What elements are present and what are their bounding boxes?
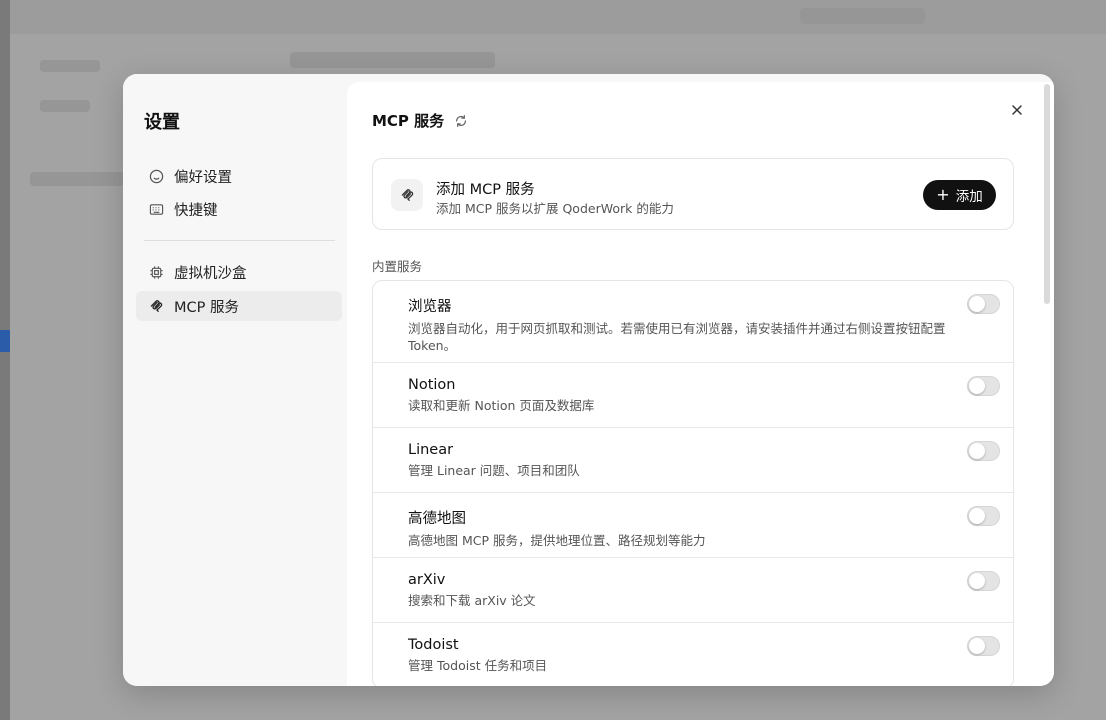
- smiley-icon: [148, 168, 164, 184]
- service-toggle[interactable]: [967, 636, 1000, 656]
- sidebar-divider: [144, 240, 335, 241]
- close-icon: [1011, 101, 1023, 120]
- mcp-icon: [391, 179, 423, 211]
- service-name: 高德地图: [408, 511, 466, 527]
- background-placeholder: [30, 172, 125, 186]
- sidebar-item-shortcuts[interactable]: 快捷键: [136, 194, 342, 224]
- background-marker: [0, 330, 10, 352]
- close-button[interactable]: [1007, 100, 1027, 120]
- service-toggle[interactable]: [967, 571, 1000, 591]
- service-description: 读取和更新 Notion 页面及数据库: [408, 398, 595, 413]
- builtin-services-list: 浏览器 浏览器自动化，用于网页抓取和测试。若需使用已有浏览器，请安装插件并通过右…: [372, 280, 1014, 686]
- settings-dialog: 设置 偏好设置 快捷键 虚拟机沙盒 MCP 服务 MCP 服务 添加 MCP 服…: [123, 74, 1054, 686]
- sidebar-item-label: MCP 服务: [174, 299, 239, 316]
- add-mcp-card: 添加 MCP 服务 添加 MCP 服务以扩展 QoderWork 的能力 + 添…: [372, 158, 1014, 230]
- list-item: 高德地图 高德地图 MCP 服务，提供地理位置、路径规划等能力: [373, 493, 1013, 558]
- background-placeholder: [40, 100, 90, 112]
- add-button-label: 添加: [955, 189, 983, 205]
- service-description: 浏览器自动化，用于网页抓取和测试。若需使用已有浏览器，请安装插件并通过右侧设置按…: [408, 321, 946, 353]
- add-mcp-subtitle: 添加 MCP 服务以扩展 QoderWork 的能力: [436, 201, 674, 216]
- service-name: 浏览器: [408, 299, 452, 315]
- refresh-icon[interactable]: [454, 114, 468, 128]
- service-toggle[interactable]: [967, 294, 1000, 314]
- background-placeholder: [290, 52, 495, 68]
- list-item: Todoist 管理 Todoist 任务和项目: [373, 623, 1013, 686]
- plus-icon: +: [936, 185, 950, 204]
- scrollbar[interactable]: [1044, 84, 1050, 304]
- page-title-text: MCP 服务: [372, 112, 445, 130]
- settings-content: MCP 服务 添加 MCP 服务 添加 MCP 服务以扩展 QoderWork …: [347, 82, 1054, 686]
- sidebar-item-label: 虚拟机沙盒: [174, 265, 247, 282]
- sidebar-item-label: 偏好设置: [174, 169, 232, 186]
- service-description: 高德地图 MCP 服务，提供地理位置、路径规划等能力: [408, 533, 706, 548]
- sidebar-item-label: 快捷键: [174, 202, 218, 219]
- add-button[interactable]: + 添加: [923, 180, 996, 210]
- sidebar-item-sandbox[interactable]: 虚拟机沙盒: [136, 257, 342, 287]
- service-toggle[interactable]: [967, 506, 1000, 526]
- list-item: 浏览器 浏览器自动化，用于网页抓取和测试。若需使用已有浏览器，请安装插件并通过右…: [373, 281, 1013, 363]
- background-side-strip: [0, 0, 10, 720]
- service-description: 管理 Todoist 任务和项目: [408, 658, 548, 673]
- service-name: arXiv: [408, 572, 446, 588]
- service-name: Notion: [408, 377, 456, 393]
- service-description: 搜索和下载 arXiv 论文: [408, 593, 536, 608]
- list-item: arXiv 搜索和下载 arXiv 论文: [373, 558, 1013, 623]
- chip-icon: [148, 264, 164, 280]
- page-title: MCP 服务: [372, 110, 468, 131]
- sidebar-item-mcp[interactable]: MCP 服务: [136, 291, 342, 321]
- keyboard-icon: [148, 201, 164, 217]
- sidebar-item-preferences[interactable]: 偏好设置: [136, 161, 342, 191]
- list-item: Linear 管理 Linear 问题、项目和团队: [373, 428, 1013, 493]
- service-toggle[interactable]: [967, 376, 1000, 396]
- background-placeholder: [800, 8, 925, 24]
- background-placeholder: [40, 60, 100, 72]
- mcp-icon: [148, 298, 164, 314]
- service-name: Todoist: [408, 637, 459, 653]
- settings-title: 设置: [144, 112, 180, 133]
- service-description: 管理 Linear 问题、项目和团队: [408, 463, 580, 478]
- background-topbar: [0, 0, 1106, 34]
- service-name: Linear: [408, 442, 454, 458]
- settings-sidebar: 设置 偏好设置 快捷键 虚拟机沙盒 MCP 服务: [123, 74, 347, 686]
- list-item: Notion 读取和更新 Notion 页面及数据库: [373, 363, 1013, 428]
- add-mcp-title: 添加 MCP 服务: [436, 182, 535, 198]
- service-toggle[interactable]: [967, 441, 1000, 461]
- section-label-builtin: 内置服务: [372, 259, 423, 274]
